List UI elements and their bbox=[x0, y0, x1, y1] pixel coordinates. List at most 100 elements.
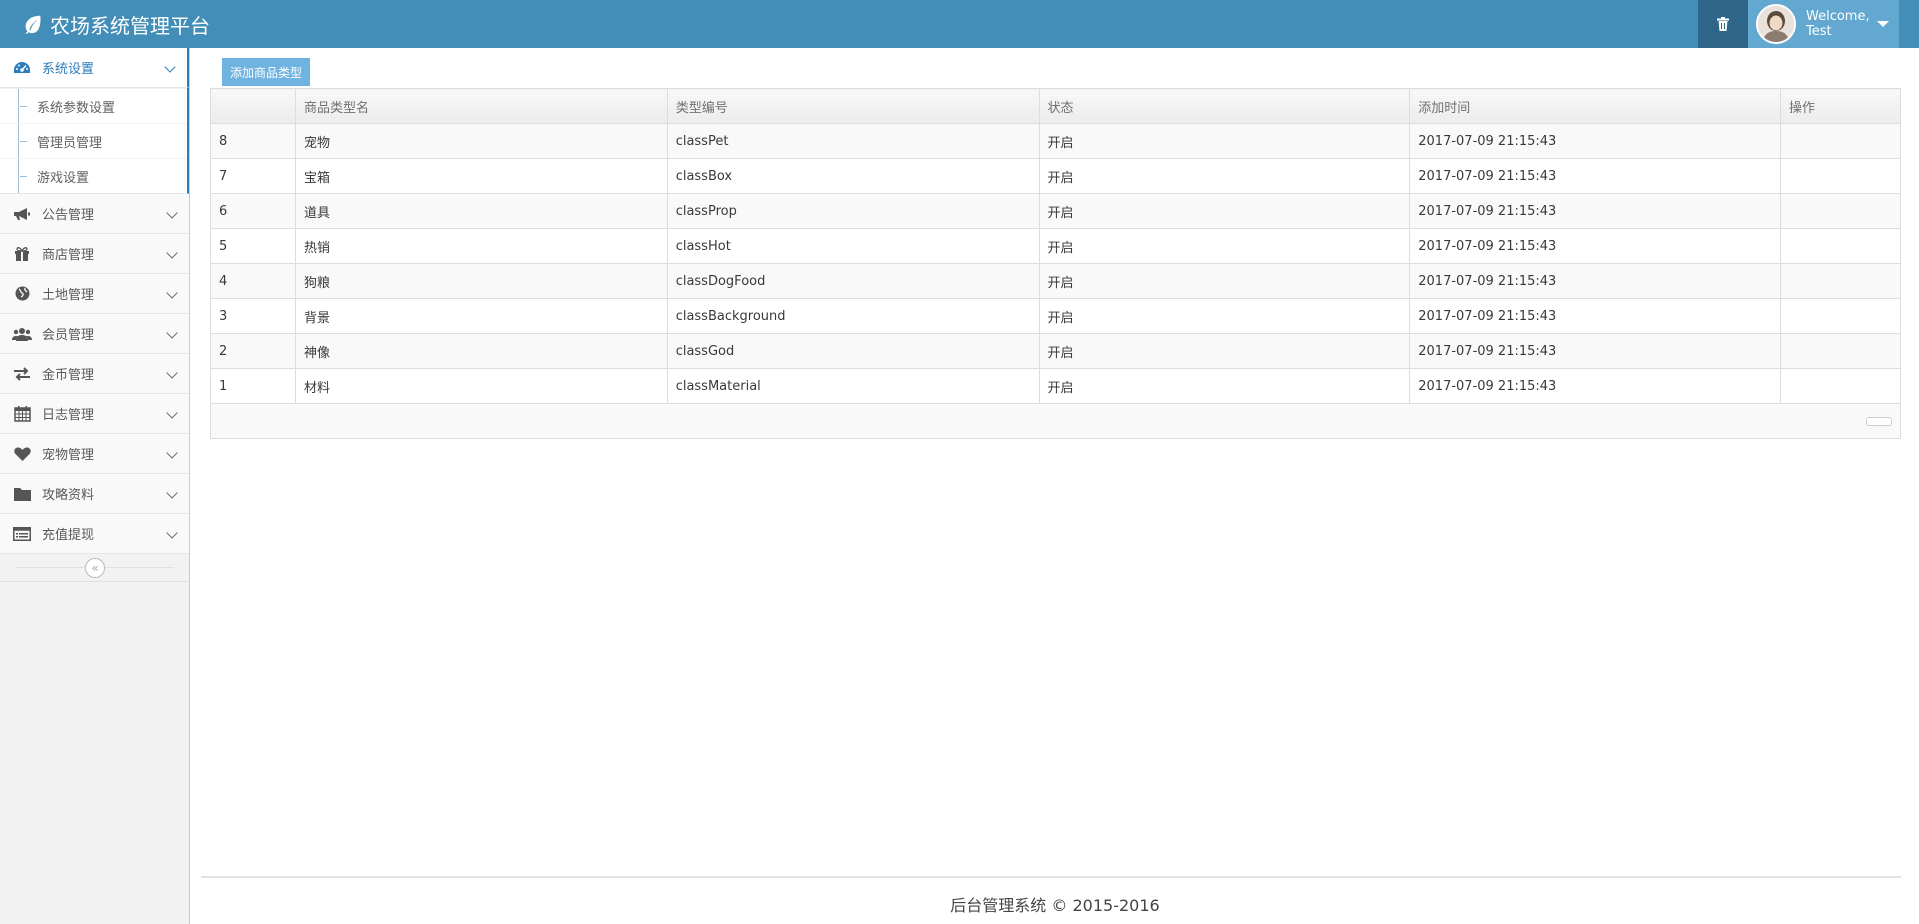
cell-id: 6 bbox=[210, 193, 296, 229]
heart-icon bbox=[12, 445, 32, 463]
sidebar-item-members[interactable]: 会员管理 bbox=[0, 314, 189, 354]
sidebar-item-guides[interactable]: 攻略资料 bbox=[0, 474, 189, 514]
dash-marker bbox=[20, 106, 27, 107]
cell-status: 开启 bbox=[1038, 158, 1411, 194]
caret-down-icon bbox=[1877, 21, 1889, 27]
table-row[interactable]: 7 宝箱 classBox 开启 2017-07-09 21:15:43 bbox=[210, 158, 1901, 194]
column-header-status[interactable]: 状态 bbox=[1038, 88, 1411, 124]
sidebar-item-recharge[interactable]: 充值提现 bbox=[0, 514, 189, 554]
column-header-code[interactable]: 类型编号 bbox=[666, 88, 1040, 124]
trash-button[interactable] bbox=[1698, 0, 1748, 48]
sidebar-subitem-game[interactable]: 游戏设置 bbox=[0, 158, 187, 193]
sidebar-subitem-label: 管理员管理 bbox=[37, 135, 103, 151]
sidebar-subitem-params[interactable]: 系统参数设置 bbox=[0, 88, 187, 123]
globe-icon bbox=[12, 285, 32, 303]
chevron-down-icon bbox=[166, 327, 178, 339]
table-row[interactable]: 8 宠物 classPet 开启 2017-07-09 21:15:43 bbox=[210, 123, 1901, 159]
cell-id: 1 bbox=[210, 368, 296, 404]
leaf-icon bbox=[25, 15, 41, 35]
trash-icon bbox=[1717, 17, 1729, 31]
cell-actions bbox=[1780, 123, 1901, 159]
chevron-down-icon bbox=[166, 367, 178, 379]
sidebar-item-label: 商店管理 bbox=[42, 248, 95, 263]
cell-name: 热销 bbox=[294, 228, 668, 264]
cell-code: classMaterial bbox=[666, 368, 1040, 404]
table-body: 8 宠物 classPet 开启 2017-07-09 21:15:43 7 宝箱 class… bbox=[210, 123, 1901, 404]
cell-code: classHot bbox=[666, 228, 1040, 264]
table-row[interactable]: 5 热销 classHot 开启 2017-07-09 21:15:43 bbox=[210, 228, 1901, 264]
add-product-type-button[interactable]: 添加商品类型 bbox=[222, 58, 310, 86]
dashboard-icon bbox=[12, 59, 32, 77]
avatar bbox=[1756, 4, 1796, 44]
column-header-name[interactable]: 商品类型名 bbox=[294, 88, 668, 124]
sidebar-item-system-settings[interactable]: 系统设置 bbox=[0, 48, 189, 88]
cell-code: classPet bbox=[666, 123, 1040, 159]
cell-added-time: 2017-07-09 21:15:43 bbox=[1409, 263, 1782, 299]
welcome-label: Welcome, bbox=[1806, 9, 1870, 24]
pagination-control[interactable] bbox=[1866, 417, 1892, 426]
sidebar-item-coins[interactable]: 金币管理 bbox=[0, 354, 189, 394]
brand[interactable]: 农场系统管理平台 bbox=[22, 9, 210, 39]
welcome-text: Welcome, Test bbox=[1806, 9, 1870, 39]
cell-status: 开启 bbox=[1038, 263, 1411, 299]
cell-id: 4 bbox=[210, 263, 296, 299]
sidebar-item-label: 充值提现 bbox=[42, 528, 95, 543]
column-header-actions: 操作 bbox=[1780, 88, 1901, 124]
sidebar-collapse-bar: « bbox=[0, 554, 189, 582]
sidebar-item-label: 宠物管理 bbox=[42, 448, 95, 463]
sidebar-item-label: 日志管理 bbox=[42, 408, 95, 423]
table-row[interactable]: 4 狗粮 classDogFood 开启 2017-07-09 21:15:43 bbox=[210, 263, 1901, 299]
cell-code: classGod bbox=[666, 333, 1040, 369]
cell-status: 开启 bbox=[1038, 298, 1411, 334]
cell-id: 8 bbox=[210, 123, 296, 159]
product-type-table: 商品类型名 类型编号 状态 添加时间 操作 8 宠物 classPet 开启 2017-… bbox=[210, 88, 1901, 404]
sidebar-item-pets[interactable]: 宠物管理 bbox=[0, 434, 189, 474]
chevron-down-icon bbox=[166, 287, 178, 299]
cell-actions bbox=[1780, 228, 1901, 264]
cell-id: 2 bbox=[210, 333, 296, 369]
calendar-icon bbox=[12, 405, 32, 423]
sidebar-item-announcements[interactable]: 公告管理 bbox=[0, 194, 189, 234]
table-row[interactable]: 2 神像 classGod 开启 2017-07-09 21:15:43 bbox=[210, 333, 1901, 369]
sidebar-subitem-label: 系统参数设置 bbox=[37, 100, 116, 116]
app-title: 农场系统管理平台 bbox=[50, 13, 210, 38]
cell-actions bbox=[1780, 158, 1901, 194]
user-avatar-icon bbox=[1758, 6, 1794, 42]
sidebar-item-logs[interactable]: 日志管理 bbox=[0, 394, 189, 434]
bullhorn-icon bbox=[12, 205, 32, 223]
sidebar-item-label: 土地管理 bbox=[42, 288, 95, 303]
chevron-down-icon bbox=[166, 447, 178, 459]
folder-icon bbox=[12, 485, 32, 503]
sidebar-item-label: 会员管理 bbox=[42, 328, 95, 343]
cell-actions bbox=[1780, 333, 1901, 369]
cell-name: 材料 bbox=[294, 368, 668, 404]
chevron-down-icon bbox=[166, 407, 178, 419]
table-row[interactable]: 3 背景 classBackground 开启 2017-07-09 21:15:43 bbox=[210, 298, 1901, 334]
table-header-row: 商品类型名 类型编号 状态 添加时间 操作 bbox=[210, 88, 1901, 124]
sidebar-item-land[interactable]: 土地管理 bbox=[0, 274, 189, 314]
cell-status: 开启 bbox=[1038, 193, 1411, 229]
column-header-added-time[interactable]: 添加时间 bbox=[1409, 88, 1782, 124]
cell-code: classBox bbox=[666, 158, 1040, 194]
product-type-table-container: 商品类型名 类型编号 状态 添加时间 操作 8 宠物 classPet 开启 2017-… bbox=[210, 88, 1901, 439]
sidebar-subitem-admins[interactable]: 管理员管理 bbox=[0, 123, 187, 158]
main-content: 添加商品类型 商品类型名 类型编号 状态 添加时间 操作 8 宠物 classPet… bbox=[191, 48, 1919, 924]
cell-code: classDogFood bbox=[666, 263, 1040, 299]
cell-added-time: 2017-07-09 21:15:43 bbox=[1409, 368, 1782, 404]
submenu-system-settings: 系统参数设置 管理员管理 游戏设置 bbox=[0, 88, 189, 194]
table-row[interactable]: 6 道具 classProp 开启 2017-07-09 21:15:43 bbox=[210, 193, 1901, 229]
table-row[interactable]: 1 材料 classMaterial 开启 2017-07-09 21:15:43 bbox=[210, 368, 1901, 404]
cell-added-time: 2017-07-09 21:15:43 bbox=[1409, 298, 1782, 334]
sidebar-collapse-button[interactable]: « bbox=[85, 558, 105, 578]
footer-text: 后台管理系统 © 2015-2016 bbox=[950, 896, 1160, 915]
column-header-id[interactable] bbox=[210, 88, 296, 124]
sidebar-item-label: 金币管理 bbox=[42, 368, 95, 383]
username: Test bbox=[1806, 24, 1832, 39]
user-menu[interactable]: Welcome, Test bbox=[1748, 0, 1899, 48]
sidebar-item-shop[interactable]: 商店管理 bbox=[0, 234, 189, 274]
cell-name: 狗粮 bbox=[294, 263, 668, 299]
double-chevron-left-icon: « bbox=[91, 561, 99, 575]
chevron-down-icon bbox=[166, 487, 178, 499]
cell-actions bbox=[1780, 368, 1901, 404]
table-pager bbox=[210, 404, 1901, 439]
